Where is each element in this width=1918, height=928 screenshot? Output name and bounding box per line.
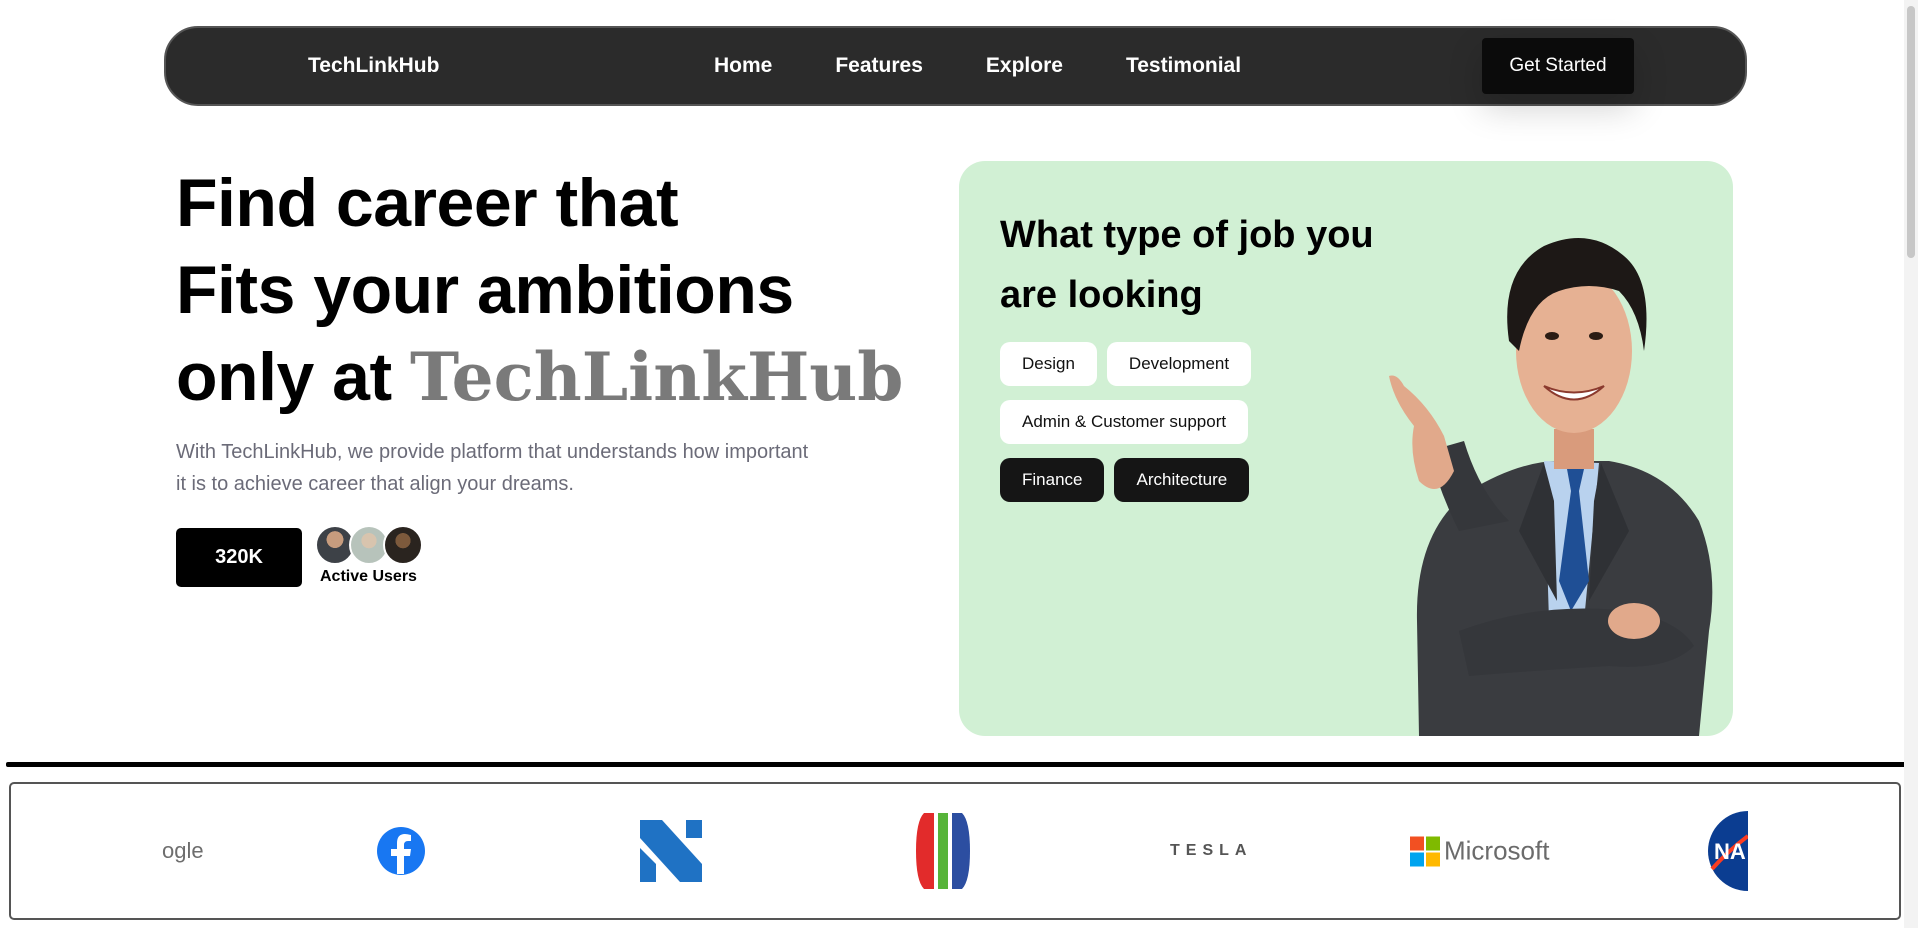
nav-link-explore[interactable]: Explore — [986, 54, 1063, 78]
hero-title-line-1: Find career that — [176, 165, 679, 241]
job-category-chips: Design Development Admin & Customer supp… — [1000, 342, 1300, 516]
brand-logo[interactable]: TechLinkHub — [308, 54, 439, 78]
microsoft-text: Microsoft — [1444, 835, 1550, 866]
nasa-text: NA — [1714, 839, 1746, 864]
microsoft-grid-icon — [1410, 836, 1440, 866]
nav-link-features[interactable]: Features — [835, 54, 923, 78]
get-started-button[interactable]: Get Started — [1482, 38, 1634, 94]
striped-bars-logo — [914, 811, 972, 891]
section-divider — [6, 762, 1912, 767]
hero-title: Find career that Fits your ambitions onl… — [176, 160, 903, 421]
chip-admin-support[interactable]: Admin & Customer support — [1000, 400, 1249, 444]
chip-finance[interactable]: Finance — [1000, 458, 1105, 502]
navbar: TechLinkHub Home Features Explore Testim… — [164, 26, 1747, 106]
nav-links: Home Features Explore Testimonial — [714, 54, 1241, 78]
user-avatars — [315, 525, 425, 567]
hero-description: With TechLinkHub, we provide platform th… — [176, 441, 809, 495]
active-users-label: Active Users — [320, 568, 417, 585]
chip-architecture[interactable]: Architecture — [1114, 458, 1250, 502]
tesla-logo: TESLA — [1170, 842, 1253, 859]
businessman-image — [1389, 238, 1713, 736]
facebook-logo — [376, 826, 426, 876]
nav-link-home[interactable]: Home — [714, 54, 772, 78]
partner-logos-strip: ogle TESLA Microsoft NA — [9, 782, 1901, 920]
nav-link-testimonial[interactable]: Testimonial — [1126, 54, 1241, 78]
page-scrollbar[interactable] — [1904, 0, 1918, 928]
active-users-count[interactable]: 320K — [176, 528, 302, 587]
google-logo: ogle — [162, 838, 204, 863]
avatar — [383, 525, 423, 565]
job-type-card: What type of job you are looking Design … — [959, 161, 1733, 736]
microsoft-logo: Microsoft — [1410, 836, 1549, 867]
scrollbar-thumb[interactable] — [1907, 6, 1915, 258]
hero-title-line-3: only at — [176, 339, 392, 415]
chip-development[interactable]: Development — [1106, 342, 1252, 386]
hero-title-line-2: Fits your ambitions — [176, 252, 794, 328]
hero-title-accent: TechLinkHub — [410, 338, 904, 416]
nasa-logo: NA — [1708, 811, 1748, 891]
n-brand-logo — [638, 818, 704, 884]
chip-design[interactable]: Design — [1000, 342, 1097, 386]
